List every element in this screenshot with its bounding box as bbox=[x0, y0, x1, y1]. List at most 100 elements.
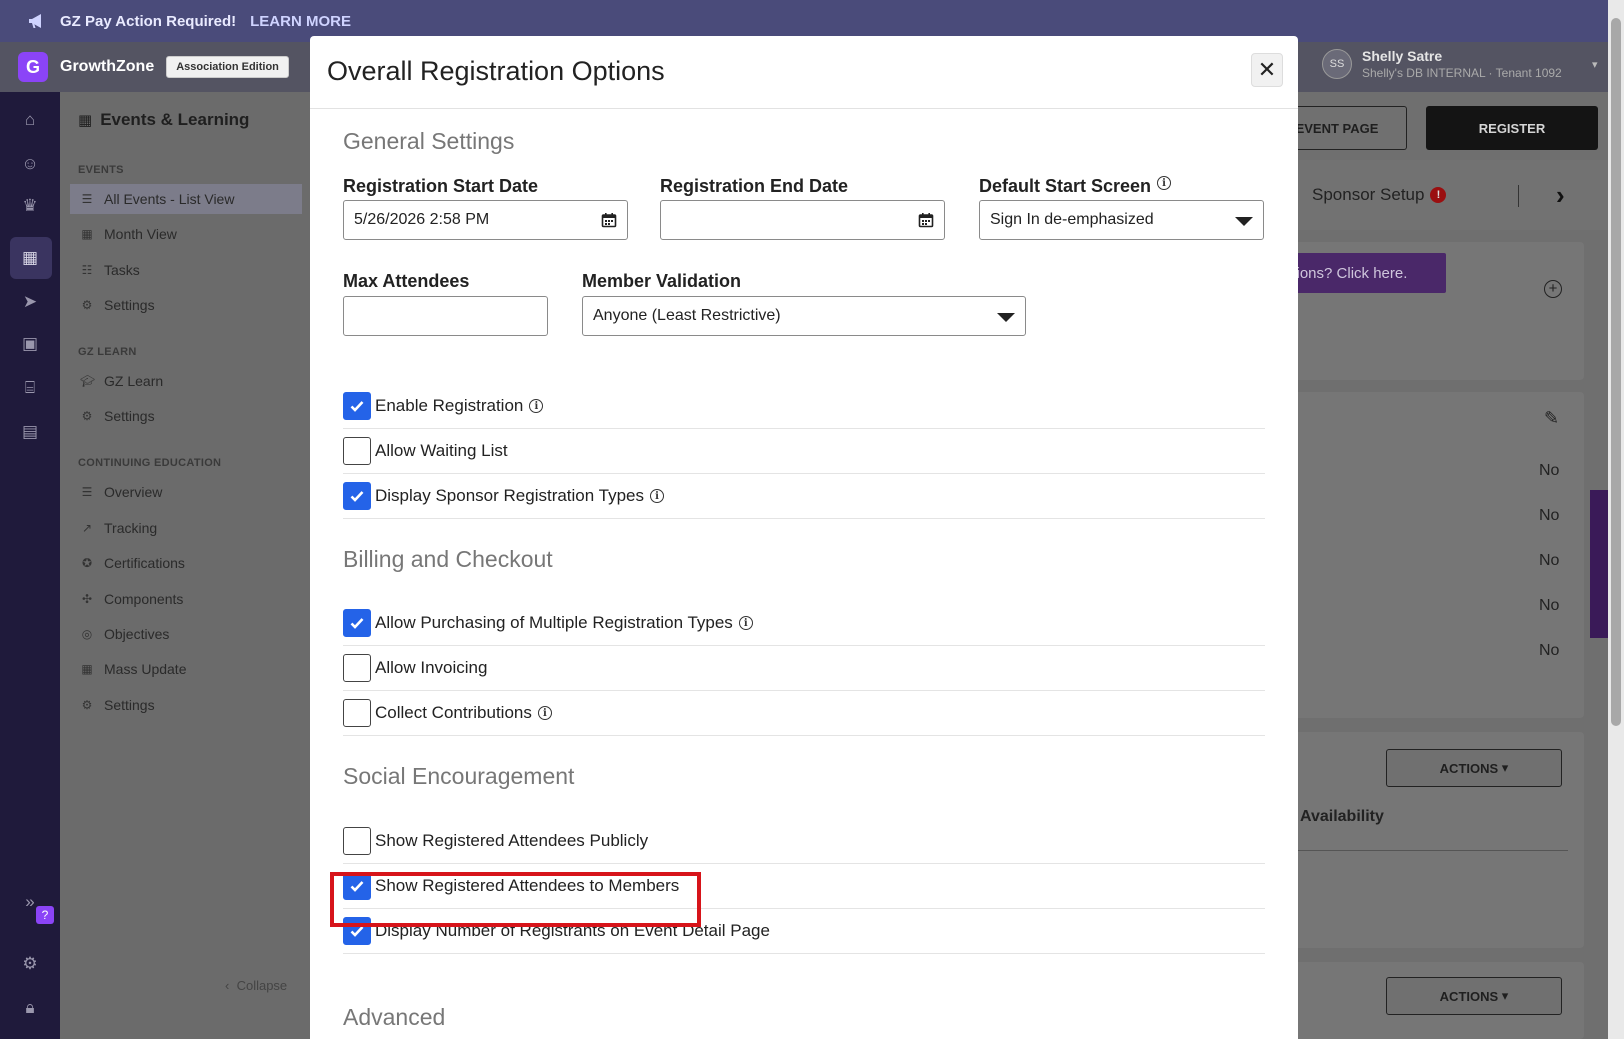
person-icon[interactable]: ☺ bbox=[20, 154, 40, 174]
crown-icon[interactable]: ♛ bbox=[20, 196, 40, 216]
nav-item-label: GZ Learn bbox=[104, 373, 164, 389]
calendar-icon[interactable] bbox=[918, 212, 934, 228]
nav-item-label: Tasks bbox=[104, 262, 140, 278]
nav-item-label: Mass Update bbox=[104, 661, 187, 677]
nav-item-tasks[interactable]: ☷ Tasks bbox=[78, 255, 310, 285]
default-screen-label: Default Start Screen i bbox=[979, 176, 1172, 197]
nav-item-gz-learn[interactable]: 🎓︎ GZ Learn bbox=[78, 366, 310, 396]
enable-registration-label: Enable Registration i bbox=[375, 396, 544, 416]
allow-multiple-types-row: Allow Purchasing of Multiple Registratio… bbox=[343, 601, 1265, 646]
nav-item-label: Certifications bbox=[104, 555, 185, 571]
checkbox-label-text: Enable Registration bbox=[375, 396, 524, 415]
info-icon[interactable]: i bbox=[529, 399, 544, 413]
award-icon: ✪ bbox=[81, 556, 93, 570]
user-menu[interactable]: SS Shelly Satre Shelly's DB INTERNAL · T… bbox=[1322, 48, 1598, 80]
help-icon[interactable]: ? bbox=[36, 906, 54, 924]
show-publicly-row: Show Registered Attendees Publicly bbox=[343, 819, 1265, 864]
lock-icon[interactable]: 🔒︎ bbox=[20, 998, 40, 1018]
table-icon: ▦ bbox=[81, 662, 93, 676]
actions-button[interactable]: ACTIONS ▾ bbox=[1386, 977, 1562, 1015]
nav-item-label: Month View bbox=[104, 226, 177, 242]
feedback-tab[interactable] bbox=[1590, 490, 1608, 638]
checkbox-label-text: Allow Purchasing of Multiple Registratio… bbox=[375, 613, 733, 632]
nav-item-certifications[interactable]: ✪ Certifications bbox=[78, 548, 310, 578]
nav-item-overview[interactable]: ☰ Overview bbox=[78, 477, 310, 507]
end-date-field[interactable] bbox=[660, 200, 945, 240]
calendar-icon: ▦ bbox=[78, 112, 93, 129]
modal-title: Overall Registration Options bbox=[327, 56, 665, 86]
info-icon[interactable]: i bbox=[1157, 176, 1172, 190]
register-button[interactable]: REGISTER bbox=[1426, 106, 1598, 150]
info-icon[interactable]: i bbox=[537, 706, 552, 720]
checkmark-icon bbox=[350, 618, 364, 629]
page-scrollbar[interactable] bbox=[1608, 0, 1624, 1039]
enable-registration-checkbox[interactable] bbox=[343, 392, 371, 420]
collect-contributions-checkbox[interactable] bbox=[343, 699, 371, 727]
section-general-settings: General Settings bbox=[343, 128, 515, 154]
allow-multiple-types-label: Allow Purchasing of Multiple Registratio… bbox=[375, 613, 753, 633]
scroll-thumb[interactable] bbox=[1611, 18, 1621, 726]
collapse-button[interactable]: ‹ Collapse bbox=[225, 978, 287, 993]
bank-icon[interactable]: ⌸ bbox=[20, 378, 40, 398]
default-screen-select[interactable]: Sign In de-emphasized bbox=[979, 200, 1264, 240]
display-sponsor-types-checkbox[interactable] bbox=[343, 482, 371, 510]
nav-item-events-settings[interactable]: ⚙ Settings bbox=[78, 290, 310, 320]
nav-section-continuing-education[interactable]: CONTINUING EDUCATION bbox=[78, 457, 221, 469]
divider bbox=[1270, 850, 1568, 851]
nav-section-gz-learn[interactable]: GZ LEARN bbox=[78, 346, 137, 358]
send-icon[interactable]: ➤ bbox=[20, 292, 40, 312]
allow-waiting-list-row: Allow Waiting List bbox=[343, 429, 1265, 474]
nav-item-label: Tracking bbox=[104, 520, 158, 536]
pencil-icon[interactable]: ✎ bbox=[1544, 408, 1559, 429]
store-icon[interactable]: ▣ bbox=[20, 334, 40, 354]
nav-item-components[interactable]: ✣ Components bbox=[78, 584, 310, 614]
nav-item-label: Settings bbox=[104, 408, 155, 424]
close-button[interactable]: ✕ bbox=[1251, 53, 1283, 87]
caret-down-icon bbox=[1235, 217, 1253, 226]
details-card bbox=[1270, 392, 1584, 718]
tab-sponsor-setup[interactable]: Sponsor Setup! bbox=[1312, 185, 1447, 205]
actions-button[interactable]: ACTIONS ▾ bbox=[1386, 749, 1562, 787]
growthzone-logo[interactable]: G bbox=[18, 52, 48, 82]
nav-item-tracking[interactable]: ↗ Tracking bbox=[78, 513, 310, 543]
allow-multiple-types-checkbox[interactable] bbox=[343, 609, 371, 637]
registration-options-modal: Overall Registration Options ✕ General S… bbox=[310, 36, 1298, 1039]
detail-value: No bbox=[1539, 552, 1560, 569]
learn-more-link[interactable]: LEARN MORE bbox=[250, 13, 351, 30]
show-publicly-checkbox[interactable] bbox=[343, 827, 371, 855]
modal-header: Overall Registration Options ✕ bbox=[310, 36, 1298, 109]
list-icon: ☰ bbox=[81, 485, 93, 499]
allow-waiting-list-checkbox[interactable] bbox=[343, 437, 371, 465]
detail-value: No bbox=[1539, 507, 1560, 524]
allow-invoicing-checkbox[interactable] bbox=[343, 654, 371, 682]
caret-down-icon bbox=[997, 313, 1015, 322]
availability-header: Availability bbox=[1300, 808, 1384, 825]
tab-label: Sponsor Setup bbox=[1312, 185, 1425, 204]
nav-item-learn-settings[interactable]: ⚙ Settings bbox=[78, 401, 310, 431]
max-attendees-input[interactable] bbox=[343, 296, 548, 336]
chevron-right-icon[interactable]: › bbox=[1556, 180, 1565, 211]
calendar-icon[interactable] bbox=[601, 212, 617, 228]
info-icon[interactable]: i bbox=[650, 489, 664, 503]
nav-item-ce-settings[interactable]: ⚙ Settings bbox=[78, 690, 310, 720]
gear-icon[interactable]: ⚙ bbox=[20, 954, 40, 974]
member-validation-select[interactable]: Anyone (Least Restrictive) bbox=[582, 296, 1026, 336]
add-icon[interactable]: + bbox=[1544, 280, 1562, 298]
home-icon[interactable]: ⌂ bbox=[20, 110, 40, 130]
nav-item-mass-update[interactable]: ▦ Mass Update bbox=[78, 654, 310, 684]
enable-registration-row: Enable Registration i bbox=[343, 384, 1265, 429]
nav-item-all-events[interactable]: ☰ All Events - List View bbox=[70, 184, 302, 214]
info-icon[interactable]: i bbox=[738, 616, 753, 630]
checklist-icon: ☷ bbox=[81, 263, 93, 277]
calendar-icon[interactable]: ▦ bbox=[20, 248, 40, 268]
start-date-field[interactable]: 5/26/2026 2:58 PM bbox=[343, 200, 628, 240]
gear-icon: ⚙ bbox=[81, 698, 93, 712]
report-icon[interactable]: ▤ bbox=[20, 422, 40, 442]
detail-value: No bbox=[1539, 642, 1560, 659]
nav-item-month-view[interactable]: ▦ Month View bbox=[78, 219, 310, 249]
nav-section-events[interactable]: EVENTS bbox=[78, 164, 124, 176]
nav-item-objectives[interactable]: ◎ Objectives bbox=[78, 619, 310, 649]
detail-value: No bbox=[1539, 462, 1560, 479]
user-org: Shelly's DB INTERNAL · Tenant 1092 bbox=[1362, 66, 1562, 80]
chevron-left-icon: ‹ bbox=[225, 978, 230, 993]
